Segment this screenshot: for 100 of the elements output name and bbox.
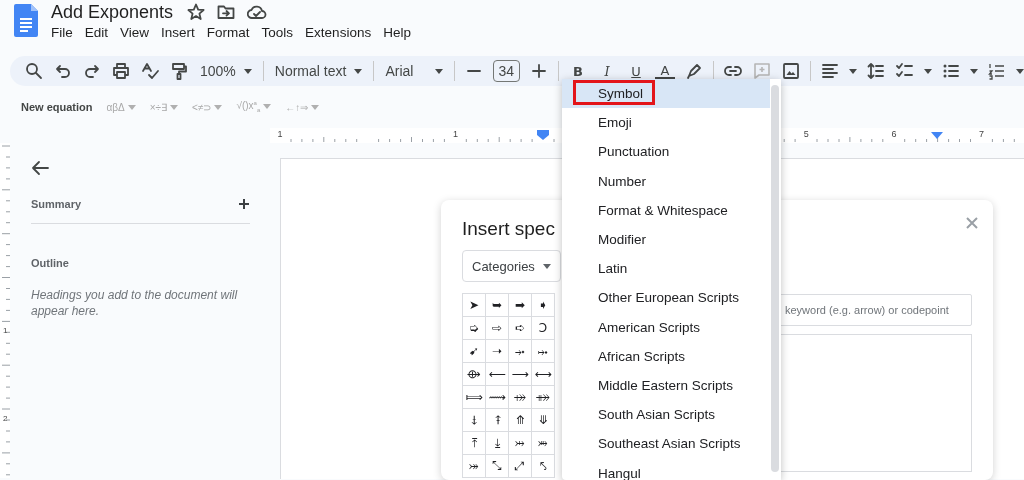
menu-item[interactable]: Format xyxy=(206,25,250,40)
summary-label: Summary xyxy=(31,198,82,210)
menu-item[interactable]: Help xyxy=(383,25,411,40)
scrollbar-thumb[interactable] xyxy=(771,85,779,472)
symbol-cell[interactable]: ⤋ xyxy=(531,408,555,432)
menu-item[interactable]: File xyxy=(51,25,73,40)
numbered-list-icon[interactable] xyxy=(987,61,1007,81)
symbol-cell[interactable]: ⟶ xyxy=(508,362,532,386)
symbol-cell[interactable]: ⤒ xyxy=(462,431,486,455)
symbol-cell[interactable]: ⤖ xyxy=(462,454,486,478)
font-size-field[interactable]: 34 xyxy=(492,60,520,82)
symbol-cell[interactable]: ⟾ xyxy=(462,385,486,409)
menu-option[interactable]: Number xyxy=(562,166,770,196)
symbol-cell[interactable]: ⤣ xyxy=(531,454,555,478)
symbol-cell[interactable]: ⤁ xyxy=(531,385,555,409)
symbol-cell[interactable]: ➪ xyxy=(508,316,532,340)
docs-logo-icon[interactable] xyxy=(14,4,38,37)
symbol-cell[interactable]: ➝ xyxy=(485,339,509,363)
menu-option[interactable]: American Scripts xyxy=(562,312,770,342)
search-icon[interactable] xyxy=(24,61,44,81)
cloud-check-icon[interactable] xyxy=(247,4,268,20)
caret-icon xyxy=(970,68,978,74)
close-icon[interactable] xyxy=(966,217,978,229)
bold-button[interactable]: B xyxy=(568,64,588,78)
caret-icon xyxy=(311,104,320,110)
symbol-cell[interactable]: ⟴ xyxy=(462,362,486,386)
categories-dropdown[interactable]: Categories xyxy=(462,250,561,282)
symbol-cell[interactable]: ⤔ xyxy=(508,431,532,455)
menu-item[interactable]: Extensions xyxy=(305,25,372,40)
check-icon[interactable] xyxy=(140,61,160,81)
menu-item[interactable]: Insert xyxy=(161,25,195,40)
underline-button[interactable]: U xyxy=(626,64,646,78)
menu-item[interactable]: View xyxy=(120,25,150,40)
folder-icon[interactable] xyxy=(217,4,236,20)
symbol-cell[interactable]: ⤊ xyxy=(508,408,532,432)
symbol-cell[interactable]: ⤠ xyxy=(531,339,555,363)
symbol-cell[interactable]: Ↄ xyxy=(531,316,555,340)
symbol-cell[interactable]: ⤕ xyxy=(531,431,555,455)
font-dropdown[interactable]: Arial xyxy=(383,61,445,81)
line-spacing-icon[interactable] xyxy=(866,61,886,81)
document-title[interactable]: Add Exponents xyxy=(51,1,174,23)
outline-hint: Headings you add to the document will appear here. xyxy=(31,287,239,319)
symbol-cell[interactable]: ⤀ xyxy=(508,385,532,409)
symbol-cell[interactable]: ⇨ xyxy=(485,316,509,340)
menu-option[interactable]: Southeast Asian Scripts xyxy=(562,429,770,459)
symbol-cell[interactable]: ⤓ xyxy=(485,431,509,455)
ruler-number: 1 xyxy=(277,129,283,139)
symbol-cell[interactable]: ⤞ xyxy=(508,339,532,363)
symbol-cell[interactable]: ➹ xyxy=(462,339,486,363)
italic-button[interactable]: I xyxy=(597,64,617,78)
menu-option[interactable]: Format & Whitespace xyxy=(562,195,770,225)
menu-option[interactable]: Latin xyxy=(562,254,770,284)
menu-item[interactable]: Edit xyxy=(84,25,109,40)
menu-option[interactable]: Other European Scripts xyxy=(562,283,770,313)
menu-option[interactable]: Punctuation xyxy=(562,137,770,167)
caret-icon xyxy=(542,263,551,269)
outline-label: Outline xyxy=(31,257,70,269)
indent-marker[interactable] xyxy=(537,130,549,140)
indent-marker[interactable] xyxy=(931,132,943,139)
menu-option[interactable]: Symbol xyxy=(562,79,770,109)
new-equation-button[interactable]: New equation xyxy=(21,101,93,113)
symbol-cell[interactable]: ⤡ xyxy=(485,454,509,478)
align-left-icon[interactable] xyxy=(820,61,840,81)
menu-option[interactable]: Emoji xyxy=(562,108,770,138)
symbol-cell[interactable]: ➧ xyxy=(531,293,555,317)
ruler-number: 6 xyxy=(891,129,897,139)
zoom-dropdown[interactable]: 100% xyxy=(198,61,254,81)
pen-icon[interactable] xyxy=(684,61,704,81)
paint-roller-icon[interactable] xyxy=(169,61,189,81)
plus-icon[interactable] xyxy=(529,61,549,81)
menu-option[interactable]: Modifier xyxy=(562,224,770,255)
symbol-cell[interactable]: ⟷ xyxy=(531,362,555,386)
symbol-cell[interactable]: ⤉ xyxy=(485,408,509,432)
menu-option[interactable]: Middle Eastern Scripts xyxy=(562,370,770,401)
caret-icon xyxy=(924,68,932,74)
caret-icon xyxy=(849,68,857,74)
menu-option[interactable]: African Scripts xyxy=(562,341,770,371)
print-icon[interactable] xyxy=(111,61,131,81)
plus-icon[interactable] xyxy=(238,198,250,210)
back-arrow-icon[interactable] xyxy=(31,160,49,176)
symbol-cell[interactable]: ➡ xyxy=(508,293,532,317)
caret-icon xyxy=(354,68,363,74)
image-icon[interactable] xyxy=(781,61,801,81)
symbol-cell[interactable]: ➭ xyxy=(462,316,486,340)
symbol-cell[interactable]: ⤈ xyxy=(462,408,486,432)
menu-option[interactable]: Hangul xyxy=(562,458,770,480)
symbol-cell[interactable]: ➤ xyxy=(462,293,486,317)
ruler-number: 2 xyxy=(3,414,8,423)
caret-icon xyxy=(434,68,443,74)
symbol-cell[interactable]: ⟿ xyxy=(485,385,509,409)
style-dropdown[interactable]: Normal text xyxy=(272,61,365,81)
symbol-cell[interactable]: ⟵ xyxy=(485,362,509,386)
symbol-cell[interactable]: ➥ xyxy=(485,293,509,317)
search-field[interactable]: keyword (e.g. arrow) or codepoint xyxy=(778,294,972,326)
ruler-number: 1 xyxy=(452,129,458,139)
menu-item[interactable]: Tools xyxy=(261,25,294,40)
ruler-number: 1 xyxy=(3,326,8,335)
menu-option[interactable]: South Asian Scripts xyxy=(562,400,770,430)
star-icon[interactable] xyxy=(187,3,206,21)
symbol-cell[interactable]: ⤢ xyxy=(508,454,532,478)
